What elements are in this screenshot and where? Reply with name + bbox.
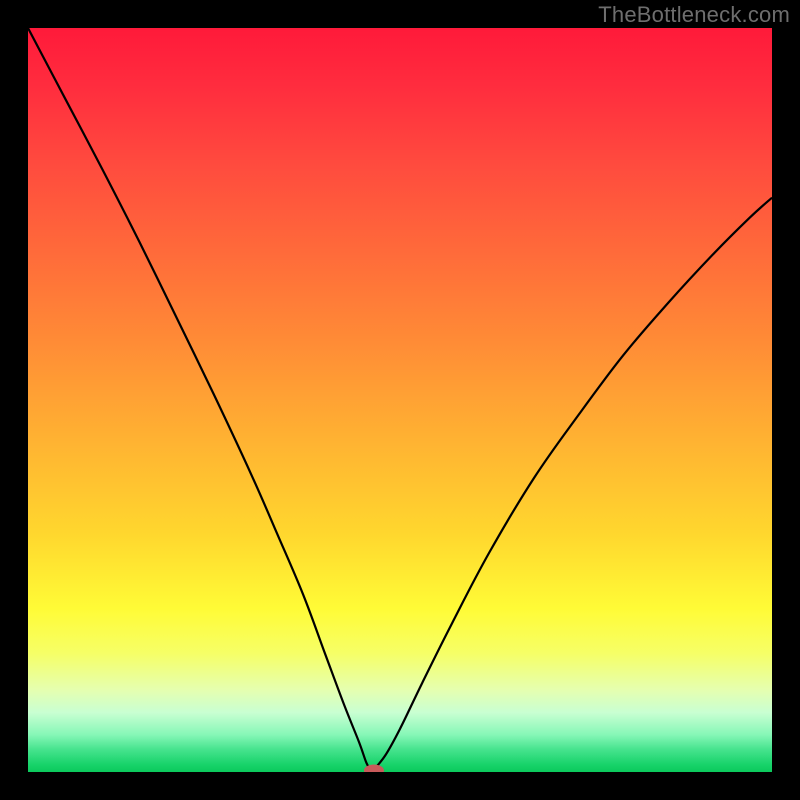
curve-right-branch <box>372 198 772 772</box>
curve-left-branch <box>28 28 372 772</box>
curve-layer <box>28 28 772 772</box>
watermark-text: TheBottleneck.com <box>598 2 790 28</box>
plot-area <box>28 28 772 772</box>
chart-frame: TheBottleneck.com <box>0 0 800 800</box>
